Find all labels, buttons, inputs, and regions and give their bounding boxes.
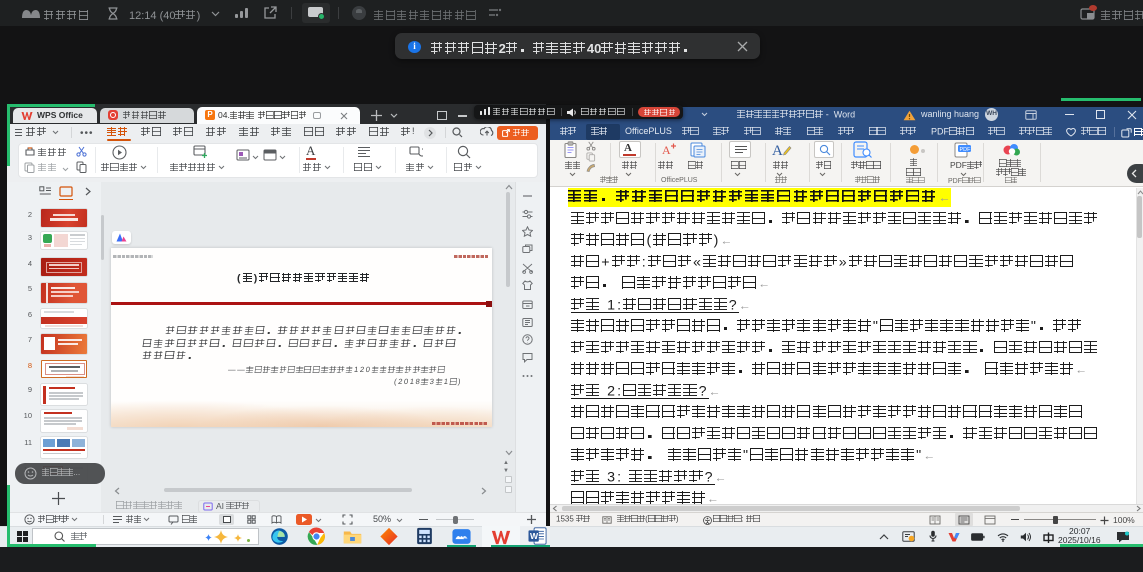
svg-text:PDF: PDF xyxy=(960,147,972,153)
svg-text:W: W xyxy=(530,531,539,541)
svg-text:A: A xyxy=(772,143,783,158)
svg-text:A: A xyxy=(662,143,671,157)
